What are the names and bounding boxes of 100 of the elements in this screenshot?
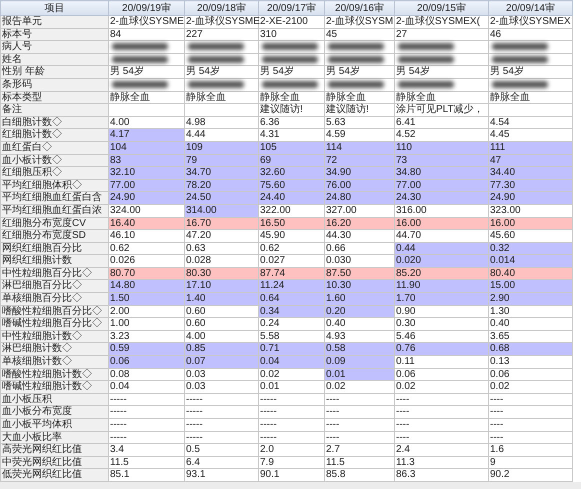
table-cell: 85.20 [394, 267, 488, 280]
table-cell: 111 [488, 141, 572, 154]
table-cell: ---- [488, 431, 572, 444]
table-cell: 静脉全血 [394, 91, 488, 104]
table-cell: 17.10 [184, 280, 258, 293]
table-cell: 0.40 [324, 318, 394, 330]
table-cell: 静脉全血 [488, 91, 572, 104]
table-cell: 87.50 [324, 267, 394, 280]
table-cell: 45.60 [488, 230, 572, 242]
table-cell: 2-血球仪SYSMEX( [394, 16, 488, 28]
table-cell: ---- [488, 418, 572, 432]
table-cell: 327.00 [324, 204, 394, 217]
table-cell: 11.3 [394, 456, 488, 469]
table-cell: ---- [488, 393, 572, 406]
table-cell: 0.09 [324, 356, 394, 368]
table-cell: 77.00 [108, 179, 184, 192]
table-cell: 79 [184, 154, 258, 167]
table-cell: 34.70 [184, 166, 258, 180]
table-cell: 34.90 [324, 166, 394, 180]
table-cell: 16.70 [184, 217, 258, 230]
table-cell: 90.2 [488, 468, 572, 482]
table-cell: 78.20 [184, 179, 258, 192]
column-header[interactable]: 20/09/16审 [324, 0, 394, 16]
table-cell: 6.4 [184, 456, 258, 469]
row-label: 标本号 [0, 28, 108, 41]
row-label: 中性粒细胞计数◇ [0, 330, 108, 343]
row-label: 嗜碱性粒细胞计数◇ [0, 380, 108, 394]
table-cell: ---- [488, 406, 572, 418]
table-cell: 110 [394, 141, 488, 154]
column-header[interactable]: 20/09/14审 [488, 0, 572, 16]
table-cell: 0.06 [488, 368, 572, 381]
table-cell: 1.40 [184, 292, 258, 306]
column-header[interactable]: 20/09/15审 [394, 0, 488, 16]
table-cell: 104 [108, 141, 184, 154]
table-cell: 69 [258, 154, 324, 167]
table-cell: 6.36 [258, 116, 324, 129]
table-cell: 2-血球仪SYSM [324, 16, 394, 28]
table-cell: 0.030 [324, 254, 394, 268]
table-cell: 86.3 [394, 468, 488, 482]
table-cell: 14.80 [108, 280, 184, 293]
row-label: 红细胞分布宽度CV [0, 217, 108, 230]
row-label: 嗜碱性粒细胞百分比◇ [0, 318, 108, 330]
row-label: 血小板计数◇ [0, 154, 108, 167]
table-cell: 建议随访! [258, 104, 324, 116]
table-cell: 0.90 [394, 305, 488, 318]
table-cell: 16.00 [394, 217, 488, 230]
table-cell: 76.00 [324, 179, 394, 192]
row-label: 条形码 [0, 78, 108, 92]
table-cell: 87.74 [258, 267, 324, 280]
table-cell: 0.64 [258, 292, 324, 306]
table-cell: 322.00 [258, 204, 324, 217]
table-cell: 109 [184, 141, 258, 154]
row-label: 嗜酸性粒细胞计数◇ [0, 368, 108, 381]
column-header[interactable]: 项目 [0, 0, 108, 16]
table-cell: 0.40 [488, 318, 572, 330]
table-cell: 4.52 [394, 128, 488, 142]
table-cell: 16.00 [488, 217, 572, 230]
table-cell: 0.68 [488, 342, 572, 356]
table-cell: 2.00 [108, 305, 184, 318]
table-cell: 2-血球仪SYSME [108, 16, 184, 28]
table-cell: 24.40 [258, 192, 324, 204]
table-cell: 1.30 [488, 305, 572, 318]
row-label: 中性粒细胞百分比◇ [0, 267, 108, 280]
table-cell: 0.66 [324, 242, 394, 255]
table-cell: 24.90 [488, 192, 572, 204]
table-cell: 0.02 [324, 380, 394, 394]
row-label: 红细胞压积◇ [0, 166, 108, 180]
row-label: 性别 年龄 [0, 66, 108, 78]
table-cell: 80.70 [108, 267, 184, 280]
table-cell: ---- [324, 431, 394, 444]
table-cell: 0.85 [184, 342, 258, 356]
table-cell: 4.45 [488, 128, 572, 142]
table-cell: 0.03 [184, 368, 258, 381]
table-cell: 2.0 [258, 444, 324, 456]
table-cell: 0.02 [258, 368, 324, 381]
table-cell: 15.00 [488, 280, 572, 293]
column-header[interactable]: 20/09/17审 [258, 0, 324, 16]
table-cell: 静脉全血 [258, 91, 324, 104]
table-cell: 77.00 [394, 179, 488, 192]
table-cell: 47.20 [184, 230, 258, 242]
row-label: 中荧光网织红比值 [0, 456, 108, 469]
column-header[interactable]: 20/09/18审 [184, 0, 258, 16]
table-cell: 114 [324, 141, 394, 154]
table-cell: 男 54岁 [184, 66, 258, 78]
table-cell: 0.11 [394, 356, 488, 368]
table-cell: 静脉全血 [324, 91, 394, 104]
table-cell: ----- [258, 393, 324, 406]
table-cell: 4.31 [258, 128, 324, 142]
table-cell: 0.59 [108, 342, 184, 356]
table-cell: ----- [258, 418, 324, 432]
table-cell: 男 54岁 [394, 66, 488, 78]
table-cell: 0.08 [108, 368, 184, 381]
table-cell: 77.30 [488, 179, 572, 192]
table-cell: ---- [394, 418, 488, 432]
column-header[interactable]: 20/09/19审 [108, 0, 184, 16]
table-cell: ----- [184, 406, 258, 418]
table-cell: 1.00 [108, 318, 184, 330]
row-label: 姓名 [0, 53, 108, 66]
table-cell: 男 54岁 [324, 66, 394, 78]
table-cell: 0.01 [324, 368, 394, 381]
